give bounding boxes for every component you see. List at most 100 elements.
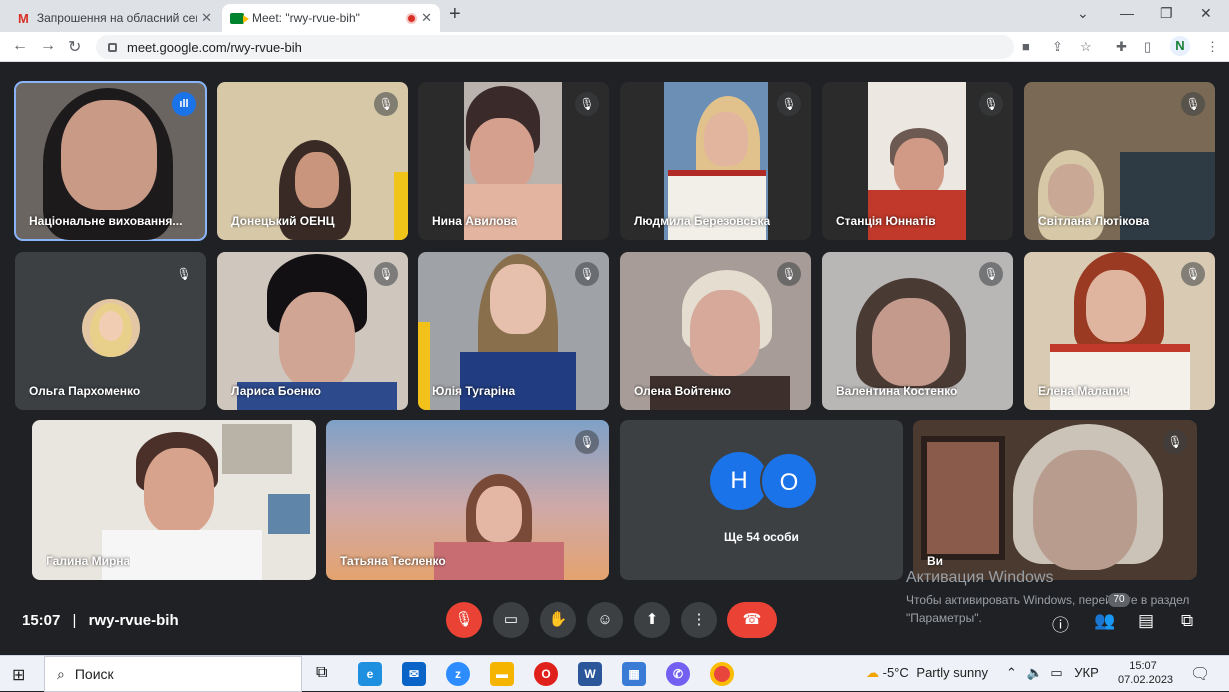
url-text: meet.google.com/rwy-rvue-bih bbox=[127, 39, 302, 55]
participant-tile[interactable]: 🎙 Донецький ОЕНЦ bbox=[217, 82, 408, 240]
reload-icon[interactable]: ↻ bbox=[68, 37, 81, 57]
share-icon[interactable]: ⇪ bbox=[1052, 39, 1063, 55]
task-view-icon[interactable]: ⧉ bbox=[316, 664, 327, 682]
windows-start-icon[interactable]: ⊞ bbox=[12, 665, 25, 685]
people-icon[interactable]: 👥 bbox=[1094, 611, 1115, 631]
participant-tile[interactable]: 🎙 Лариса Боенко bbox=[217, 252, 408, 410]
edge-icon[interactable]: e bbox=[358, 662, 382, 686]
participant-tile[interactable]: Галина Мирна bbox=[32, 420, 316, 580]
file-explorer-icon[interactable]: ▬ bbox=[490, 662, 514, 686]
tab-gmail[interactable]: M Запрошення на обласний семі ✕ bbox=[10, 4, 220, 32]
restore-button[interactable]: ❐ bbox=[1160, 5, 1173, 22]
mic-off-icon: 🎙 bbox=[575, 92, 599, 116]
search-icon: ⌕ bbox=[57, 665, 65, 682]
participant-count-badge: 70 bbox=[1108, 593, 1130, 607]
camera-indicator-icon[interactable]: ■ bbox=[1022, 39, 1030, 54]
volume-icon[interactable]: 🔈 bbox=[1027, 665, 1043, 680]
raise-hand-button[interactable]: ✋ bbox=[540, 602, 576, 638]
system-tray: ⌃ 🔈 ▭ УКР bbox=[1006, 665, 1099, 681]
participant-name: Людмила Березовська bbox=[634, 214, 771, 228]
participant-tile[interactable]: 🎙 Нина Авилова bbox=[418, 82, 609, 240]
gmail-icon: M bbox=[18, 10, 29, 26]
bookmark-star-icon[interactable]: ☆ bbox=[1080, 39, 1092, 55]
tab-meet[interactable]: Meet: "rwy-rvue-bih" ✕ bbox=[222, 4, 440, 32]
tab-title: Запрошення на обласний семі bbox=[36, 11, 198, 25]
lock-icon bbox=[108, 42, 117, 52]
forward-icon[interactable]: → bbox=[40, 37, 56, 55]
recording-icon bbox=[406, 12, 418, 24]
browser-tab-strip: M Запрошення на обласний семі ✕ Meet: "r… bbox=[0, 0, 1229, 32]
weather-widget[interactable]: ☁ -5°C Partly sunny bbox=[866, 665, 988, 681]
tray-chevron-icon[interactable]: ⌃ bbox=[1006, 665, 1017, 680]
participant-tile[interactable]: 🎙 Світлана Лютікова bbox=[1024, 82, 1215, 240]
participant-name: Галина Мирна bbox=[46, 554, 131, 568]
participant-name: Валентина Костенко bbox=[836, 384, 958, 398]
more-options-button[interactable]: ⋮ bbox=[681, 602, 717, 638]
self-view-tile[interactable]: 🎙 Ви bbox=[913, 420, 1197, 580]
meeting-details-icon[interactable]: ⓘ bbox=[1052, 611, 1069, 636]
weather-text: Partly sunny bbox=[916, 665, 988, 680]
viber-icon[interactable]: ✆ bbox=[666, 662, 690, 686]
participant-tile[interactable]: 🎙 Людмила Березовська bbox=[620, 82, 811, 240]
profile-avatar[interactable]: N bbox=[1170, 36, 1190, 56]
mic-off-icon: 🎙 bbox=[575, 262, 599, 286]
side-panel-icon[interactable]: ▯ bbox=[1144, 39, 1151, 55]
participant-tile[interactable]: 🎙 Елена Малапич bbox=[1024, 252, 1215, 410]
minimize-button[interactable]: — bbox=[1120, 5, 1134, 21]
tab-title: Meet: "rwy-rvue-bih" bbox=[252, 11, 360, 25]
menu-kebab-icon[interactable]: ⋮ bbox=[1206, 39, 1219, 55]
activities-icon[interactable]: ⧉ bbox=[1181, 611, 1193, 631]
emoji-reactions-button[interactable]: ☺ bbox=[587, 602, 623, 638]
taskbar-search-input[interactable]: ⌕ Поиск bbox=[44, 656, 302, 692]
tab-search-icon[interactable]: ⌄ bbox=[1077, 5, 1089, 22]
system-clock[interactable]: 15:07 07.02.2023 bbox=[1118, 659, 1174, 687]
participant-name: Елена Малапич bbox=[1038, 384, 1131, 398]
mic-off-icon: 🎙 bbox=[979, 262, 1003, 286]
meeting-time: 15:07 bbox=[22, 612, 61, 629]
participant-name: Донецький ОЕНЦ bbox=[231, 214, 335, 228]
speaking-indicator-icon: ıll bbox=[172, 92, 196, 116]
windows-activation-title: Активация Windows bbox=[906, 569, 1054, 586]
participant-name: Ви bbox=[927, 554, 944, 568]
participant-name: Нина Авилова bbox=[432, 214, 518, 228]
language-indicator[interactable]: УКР bbox=[1074, 665, 1099, 680]
url-input[interactable]: meet.google.com/rwy-rvue-bih bbox=[96, 35, 1014, 59]
close-tab-icon[interactable]: ✕ bbox=[201, 10, 212, 26]
notifications-icon[interactable]: 🗨 bbox=[1190, 664, 1210, 684]
close-tab-icon[interactable]: ✕ bbox=[421, 10, 432, 26]
participant-tile[interactable]: 🎙 Татьяна Тесленко bbox=[326, 420, 609, 580]
zoom-icon[interactable]: z bbox=[446, 662, 470, 686]
extensions-icon[interactable]: ✚ bbox=[1116, 39, 1127, 55]
opera-icon[interactable]: O bbox=[534, 662, 558, 686]
network-icon[interactable]: ▭ bbox=[1050, 665, 1062, 680]
close-window-button[interactable]: ✕ bbox=[1200, 5, 1212, 22]
clock-time: 15:07 bbox=[1129, 660, 1157, 672]
word-icon[interactable]: W bbox=[578, 662, 602, 686]
present-screen-button[interactable]: ⬆ bbox=[634, 602, 670, 638]
mail-icon[interactable]: ✉ bbox=[402, 662, 426, 686]
participant-name: Ольга Пархоменко bbox=[29, 384, 141, 398]
mic-toggle-button[interactable]: 🎙 bbox=[446, 602, 482, 638]
mic-off-icon: 🎙 bbox=[172, 262, 196, 286]
participant-tile[interactable]: 🎙 Олена Войтенко bbox=[620, 252, 811, 410]
chrome-icon[interactable] bbox=[710, 662, 734, 686]
windows-taskbar: ⊞ ⌕ Поиск ⧉ e ✉ z ▬ O W ▦ ✆ ☁ -5°C Partl… bbox=[0, 655, 1229, 692]
participant-tile[interactable]: 🎙 Станція Юннатів bbox=[822, 82, 1013, 240]
store-icon[interactable]: ▦ bbox=[622, 662, 646, 686]
leave-call-button[interactable]: ☎ bbox=[727, 602, 777, 638]
weather-temp: -5°C bbox=[882, 665, 909, 680]
participant-name: Національне виховання... bbox=[29, 214, 183, 228]
participant-tile[interactable]: 🎙 Юлія Тугаріна bbox=[418, 252, 609, 410]
participant-tile[interactable]: 🎙 Валентина Костенко bbox=[822, 252, 1013, 410]
mic-off-icon: 🎙 bbox=[979, 92, 1003, 116]
new-tab-button[interactable]: + bbox=[449, 3, 461, 26]
more-participants-label: Ще 54 особи bbox=[724, 530, 799, 544]
clock-date: 07.02.2023 bbox=[1118, 674, 1174, 686]
participant-tile[interactable]: ıll Національне виховання... bbox=[14, 81, 207, 241]
more-participants-tile[interactable]: Н О Ще 54 особи bbox=[620, 420, 903, 580]
participant-name: Татьяна Тесленко bbox=[340, 554, 446, 568]
participant-tile[interactable]: 🎙 Ольга Пархоменко bbox=[15, 252, 206, 410]
camera-toggle-button[interactable]: ▭ bbox=[493, 602, 529, 638]
chat-icon[interactable]: ▤ bbox=[1138, 611, 1154, 631]
back-icon[interactable]: ← bbox=[12, 37, 28, 55]
